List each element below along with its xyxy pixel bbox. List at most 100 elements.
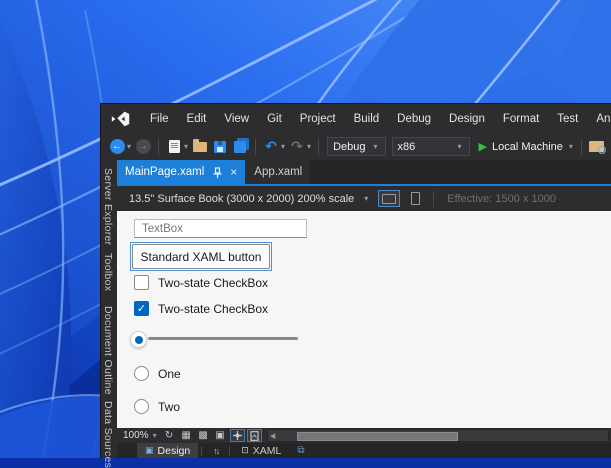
preview-checkbox-checked-row[interactable]: ✓ Two-state CheckBox — [134, 301, 268, 316]
device-preview-combo[interactable]: 13.5" Surface Book (3000 x 2000) 200% sc… — [123, 188, 376, 209]
tab-mainpage-xaml[interactable]: MainPage.xaml × — [117, 160, 245, 184]
device-preview-value: 13.5" Surface Book (3000 x 2000) 200% sc… — [129, 193, 354, 205]
save-all-icon — [234, 141, 246, 153]
xaml-design-surface[interactable]: Standard XAML button Two-state CheckBox … — [117, 211, 611, 428]
snap-grid-button[interactable]: ▩ — [196, 429, 211, 442]
open-file-button[interactable] — [191, 137, 209, 157]
left-tool-tab-strip: Server Explorer Toolbox Document Outline… — [101, 160, 117, 458]
tab-xaml-view[interactable]: ⊡ XAML — [233, 443, 289, 458]
orientation-portrait-button[interactable] — [404, 190, 426, 207]
zoom-caret-icon: ▾ — [153, 431, 157, 440]
navigate-back-button[interactable]: ← — [108, 137, 126, 157]
refresh-icon: ↻ — [165, 430, 173, 441]
menu-bar: File Edit View Git Project Build Debug D… — [101, 104, 611, 133]
document-tab-strip: MainPage.xaml × App.xaml — [117, 160, 611, 184]
slider-thumb-dot-icon — [135, 336, 143, 344]
save-all-button[interactable] — [231, 137, 249, 157]
checkbox-checked-icon[interactable]: ✓ — [134, 301, 149, 316]
scrollbar-track[interactable] — [278, 431, 608, 440]
window-body: Server Explorer Toolbox Document Outline… — [101, 160, 611, 458]
preview-slider-track[interactable] — [148, 337, 298, 340]
swap-panes-icon: ↑↓ — [213, 446, 218, 456]
solution-platform-value: x86 — [398, 141, 416, 153]
undo-dropdown-caret-icon[interactable]: ▾ — [281, 142, 285, 151]
radio-unselected-icon[interactable] — [134, 399, 149, 414]
swap-panes-button[interactable]: ↑↓ — [205, 443, 226, 458]
menu-project[interactable]: Project — [291, 113, 345, 125]
forward-arrow-icon: → — [136, 139, 151, 154]
scrollbar-thumb[interactable] — [297, 432, 458, 441]
refresh-designer-button[interactable]: ↻ — [162, 429, 177, 442]
solution-platform-combo[interactable]: x86 ▾ — [392, 137, 470, 156]
menu-git[interactable]: Git — [258, 113, 291, 125]
menu-design[interactable]: Design — [440, 113, 494, 125]
preview-slider-thumb[interactable] — [130, 331, 147, 348]
dotted-grid-icon: ▩ — [198, 430, 207, 441]
design-view-icon: ▣ — [145, 445, 154, 456]
effective-resolution-label: Effective: 1500 x 1000 — [447, 193, 556, 205]
toolbar-separator — [581, 139, 582, 155]
design-tab-label: Design — [158, 445, 191, 457]
portrait-monitor-icon — [411, 192, 420, 205]
disable-project-code-button[interactable] — [247, 429, 262, 442]
tab-design-view[interactable]: ▣ Design — [137, 443, 198, 458]
checkbox-unchecked-icon[interactable] — [134, 275, 149, 290]
preview-standard-button[interactable]: Standard XAML button — [132, 244, 270, 269]
popout-pane-icon[interactable]: ⧉ — [297, 445, 304, 456]
undo-button[interactable]: ↶ — [262, 137, 280, 157]
redo-button[interactable]: ↷ — [288, 137, 306, 157]
close-tab-icon[interactable]: × — [230, 165, 237, 179]
new-file-dropdown-caret-icon[interactable]: ▾ — [184, 142, 188, 151]
save-icon — [214, 141, 226, 153]
show-grid-button[interactable]: ▦ — [179, 429, 194, 442]
toggle-artboard-button[interactable]: ▣ — [213, 429, 228, 442]
visual-studio-window: File Edit View Git Project Build Debug D… — [100, 103, 611, 458]
selection-adorner[interactable]: Standard XAML button — [130, 242, 272, 271]
tab-label: App.xaml — [254, 166, 302, 178]
toolbar-separator — [255, 139, 256, 155]
new-file-icon — [169, 140, 180, 153]
sidebar-item-toolbox[interactable]: Toolbox — [102, 253, 114, 291]
solution-configuration-value: Debug — [333, 141, 365, 153]
tab-label: MainPage.xaml — [125, 166, 204, 178]
redo-icon: ↷ — [291, 138, 303, 155]
preview-radio-one-row[interactable]: One — [134, 366, 181, 381]
snap-to-snaplines-button[interactable] — [230, 429, 245, 442]
scroll-left-arrow-icon[interactable]: ◀ — [268, 432, 278, 440]
menu-format[interactable]: Format — [494, 113, 548, 125]
find-in-files-button[interactable] — [588, 137, 606, 157]
menu-file[interactable]: File — [141, 113, 178, 125]
menu-build[interactable]: Build — [345, 113, 389, 125]
save-button[interactable] — [211, 137, 229, 157]
solution-configuration-combo[interactable]: Debug ▾ — [327, 137, 385, 156]
xaml-view-icon: ⊡ — [241, 445, 249, 456]
menu-debug[interactable]: Debug — [388, 113, 440, 125]
menu-view[interactable]: View — [215, 113, 258, 125]
sidebar-item-server-explorer[interactable]: Server Explorer — [102, 168, 114, 245]
run-target-label: Local Machine — [492, 141, 563, 153]
redo-dropdown-caret-icon[interactable]: ▾ — [307, 142, 311, 151]
radio-unselected-icon[interactable] — [134, 366, 149, 381]
start-debugging-button[interactable]: ▶ Local Machine ▾ — [479, 137, 575, 157]
document-area: MainPage.xaml × App.xaml 13.5" Surface B… — [117, 160, 611, 458]
navigate-forward-button[interactable]: → — [134, 137, 152, 157]
sidebar-item-document-outline[interactable]: Document Outline — [102, 306, 114, 395]
device-caret-icon: ▾ — [364, 194, 368, 203]
checkbox-label: Two-state CheckBox — [158, 302, 268, 316]
pin-icon[interactable] — [213, 167, 222, 178]
view-tab-separator — [229, 446, 230, 456]
preview-radio-two-row[interactable]: Two — [134, 399, 180, 414]
preview-textbox[interactable] — [134, 219, 307, 238]
devicebar-separator — [433, 191, 434, 207]
preview-checkbox-unchecked-row[interactable]: Two-state CheckBox — [134, 275, 268, 290]
menu-analyze[interactable]: Analyze — [587, 113, 611, 125]
designer-horizontal-scrollbar[interactable]: ◀ — [267, 429, 609, 442]
back-dropdown-caret-icon[interactable]: ▾ — [127, 142, 131, 151]
orientation-landscape-button[interactable] — [378, 190, 400, 207]
tab-app-xaml[interactable]: App.xaml — [246, 160, 310, 184]
run-target-caret-icon: ▾ — [569, 142, 573, 151]
menu-edit[interactable]: Edit — [178, 113, 216, 125]
zoom-level-combo[interactable]: 100% ▾ — [123, 430, 161, 441]
new-file-button[interactable] — [165, 137, 183, 157]
menu-test[interactable]: Test — [548, 113, 587, 125]
